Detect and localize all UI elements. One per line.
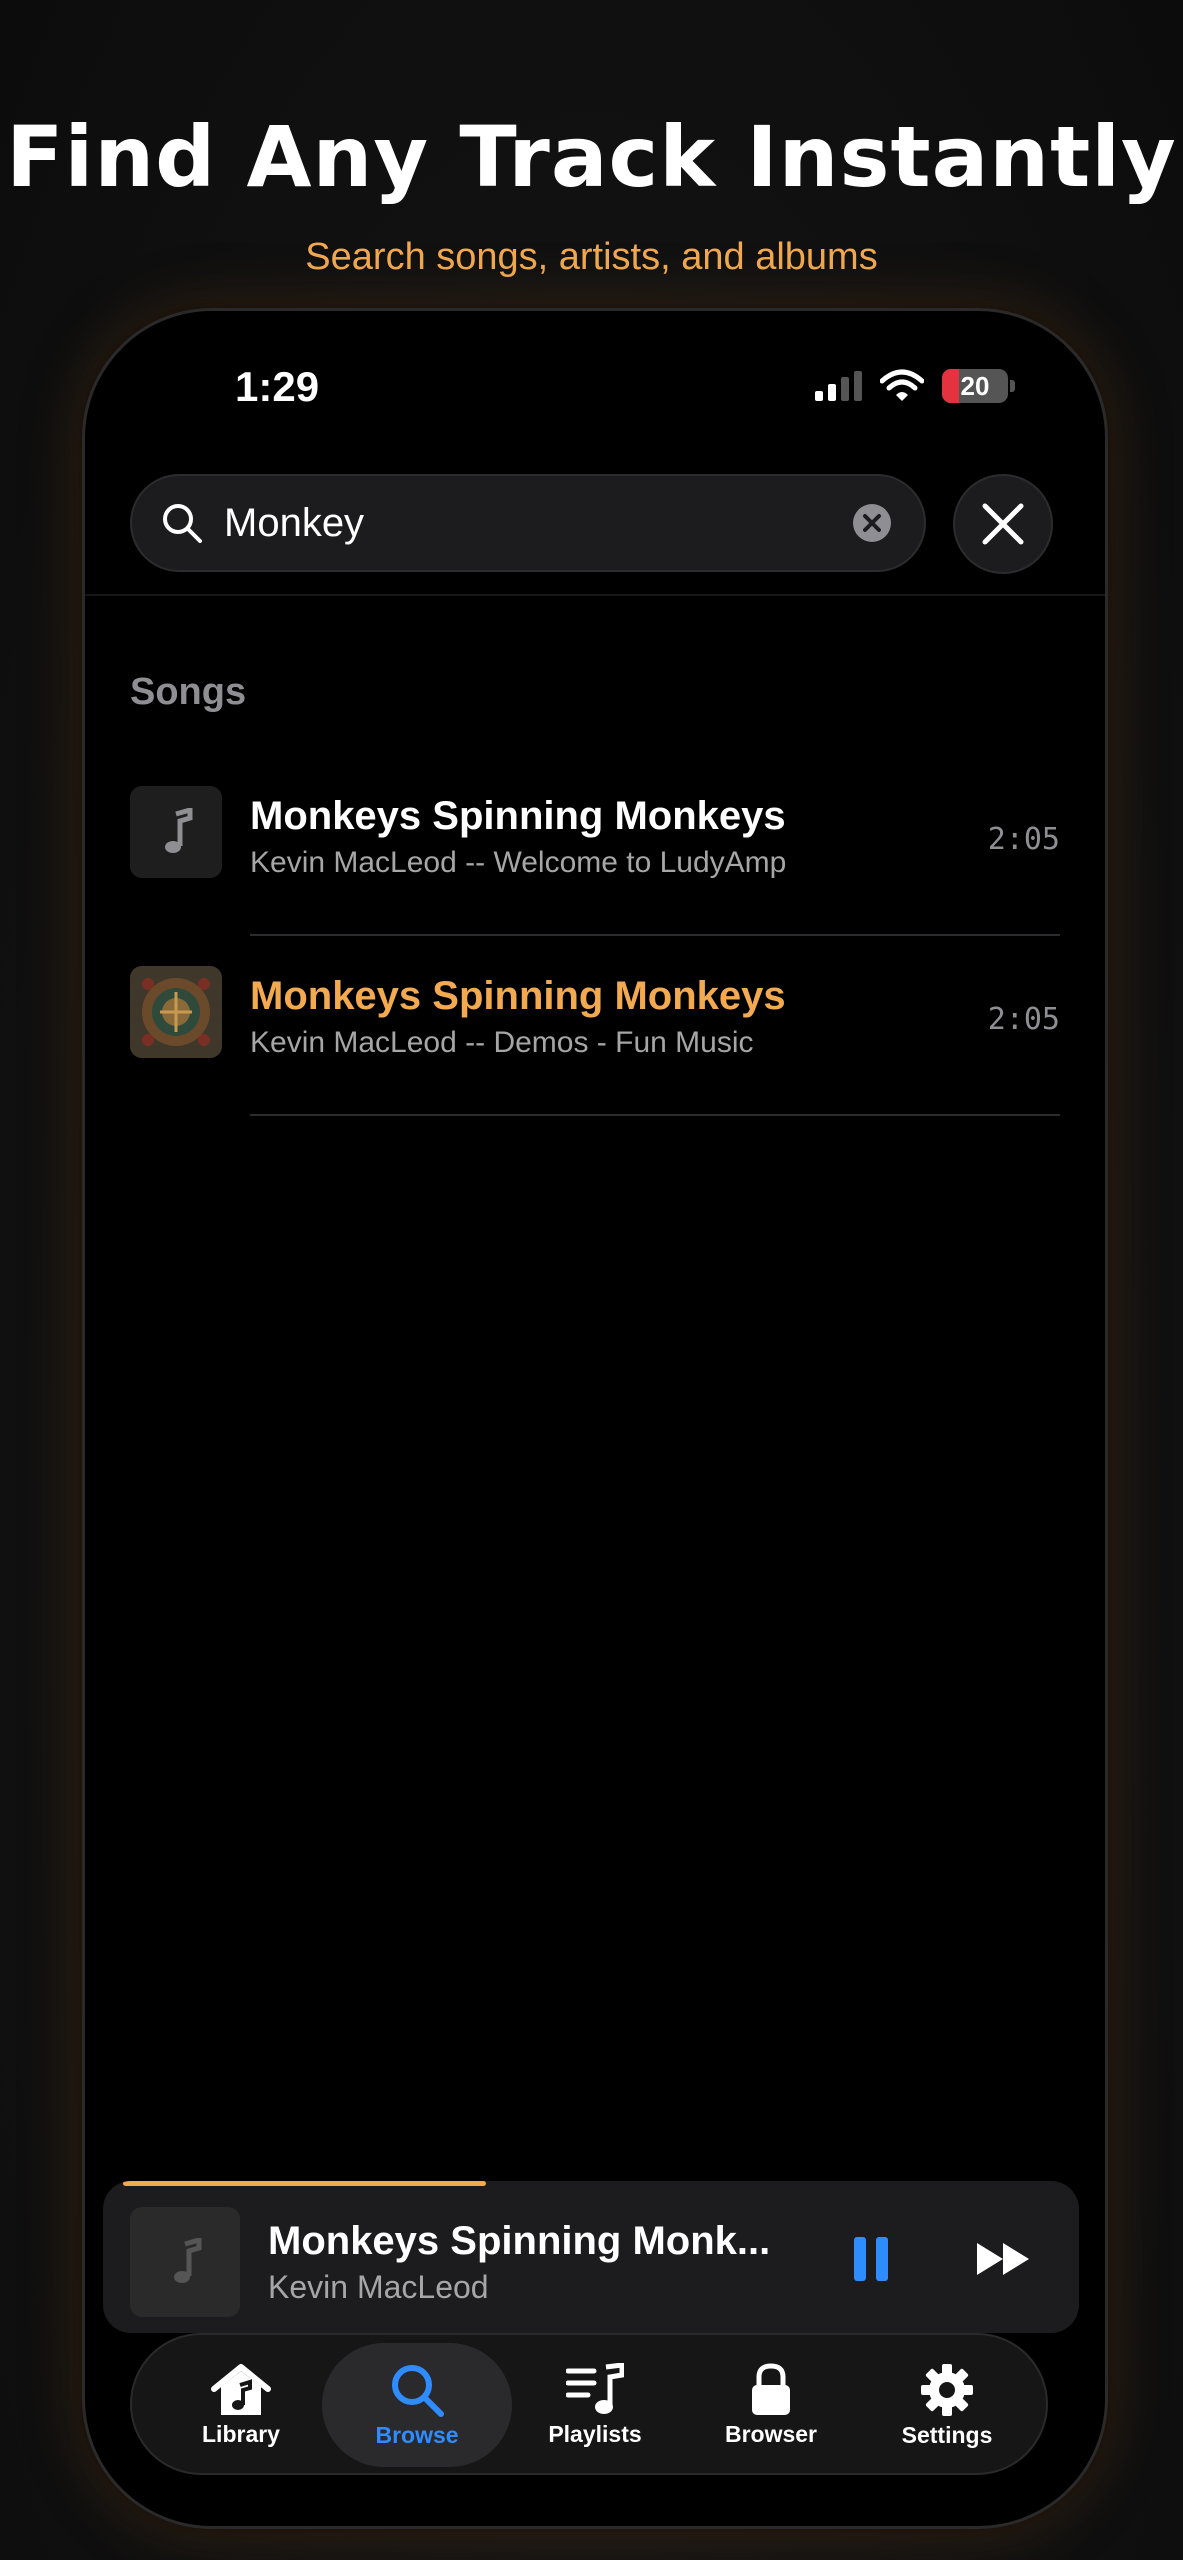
tab-label: Browse	[375, 2421, 459, 2448]
song-row[interactable]: Monkeys Spinning Monkeys Kevin MacLeod -…	[130, 756, 1060, 936]
header-divider	[85, 594, 1105, 596]
tab-label: Playlists	[548, 2420, 642, 2447]
song-row[interactable]: Monkeys Spinning Monkeys Kevin MacLeod -…	[130, 936, 1060, 1116]
status-icons: 20	[815, 369, 1015, 403]
song-artwork	[130, 786, 222, 878]
lock-icon	[752, 2362, 790, 2415]
row-divider	[250, 1114, 1060, 1116]
promo-headline: Find Any Track Instantly	[6, 108, 1177, 206]
now-playing-artist: Kevin MacLeod	[268, 2269, 489, 2305]
tab-browser[interactable]: Browser	[676, 2343, 866, 2467]
song-title: Monkeys Spinning Monkeys	[250, 794, 786, 838]
album-artwork-ornate	[130, 966, 222, 1058]
phone-frame: 1:29 20 Songs	[82, 308, 1108, 2529]
tab-library[interactable]: Library	[146, 2343, 336, 2467]
cellular-signal-icon	[815, 371, 862, 401]
close-icon	[982, 503, 1024, 545]
search-icon	[392, 2364, 444, 2417]
wifi-icon	[880, 369, 924, 401]
song-subtitle: Kevin MacLeod -- Welcome to LudyAmp	[250, 846, 787, 879]
tab-label: Settings	[901, 2421, 993, 2448]
mini-player-artwork	[130, 2207, 240, 2317]
battery-level: 20	[960, 370, 990, 401]
search-icon	[163, 504, 202, 543]
song-duration: 2:05	[987, 1002, 1060, 1037]
playback-progress-bar	[123, 2181, 487, 2186]
tab-label: Library	[202, 2420, 280, 2447]
home-music-icon	[211, 2363, 271, 2415]
playlist-icon	[566, 2362, 624, 2414]
clear-search-button[interactable]	[852, 503, 892, 543]
song-duration: 2:05	[987, 822, 1060, 857]
skip-forward-button[interactable]	[975, 2241, 1031, 2277]
music-note-icon	[165, 808, 193, 853]
album-cover-image	[130, 966, 222, 1058]
tab-label: Browser	[724, 2420, 818, 2447]
status-time: 1:29	[235, 363, 320, 410]
mini-player[interactable]: Monkeys Spinning Monk... Kevin MacLeod	[103, 2181, 1079, 2333]
battery-icon: 20	[942, 369, 1008, 403]
tab-browse[interactable]: Browse	[322, 2343, 512, 2467]
search-input[interactable]	[222, 499, 852, 547]
gear-icon	[921, 2363, 973, 2416]
section-title-songs: Songs	[130, 671, 247, 713]
now-playing-title: Monkeys Spinning Monk...	[268, 2219, 771, 2263]
tab-playlists[interactable]: Playlists	[500, 2343, 690, 2467]
search-bar[interactable]	[130, 474, 926, 572]
song-title-now-playing: Monkeys Spinning Monkeys	[250, 974, 786, 1018]
close-search-button[interactable]	[953, 474, 1053, 574]
tab-bar: Library Browse Playlists Browser Setting…	[130, 2333, 1048, 2475]
music-note-icon	[174, 2238, 202, 2283]
promo-tagline: Search songs, artists, and albums	[305, 236, 878, 278]
pause-button[interactable]	[854, 2237, 894, 2283]
song-subtitle: Kevin MacLeod -- Demos - Fun Music	[250, 1026, 754, 1059]
tab-settings[interactable]: Settings	[852, 2343, 1042, 2467]
